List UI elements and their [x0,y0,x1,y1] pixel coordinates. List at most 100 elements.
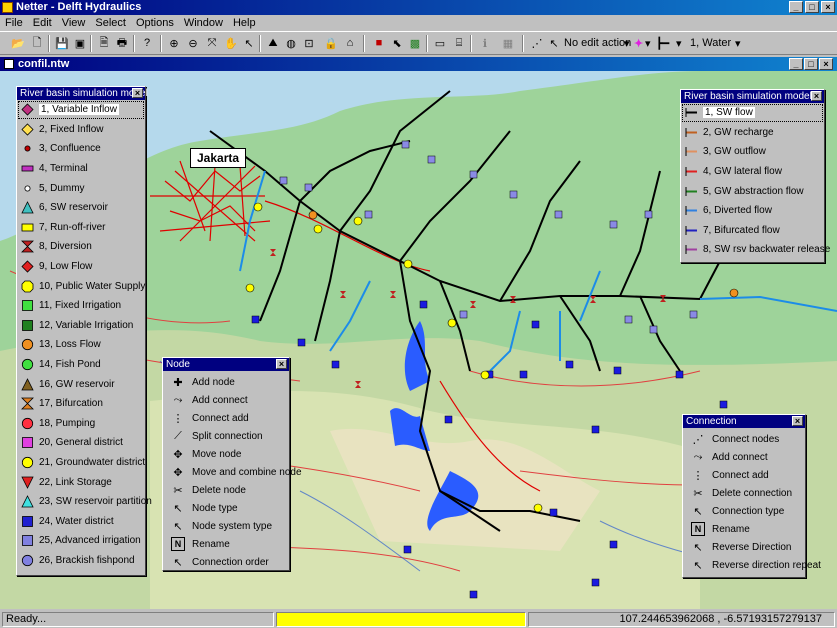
node-color-icon[interactable]: ✦ [634,37,643,50]
node-type-item[interactable]: 4, Terminal [17,159,145,179]
lock-icon[interactable]: 🔒 [323,35,339,51]
image-icon[interactable]: ▭ [432,35,448,51]
select-arrow-icon[interactable]: ↖ [241,35,257,51]
link-type-item[interactable]: 5, GW abstraction flow [681,181,824,201]
new-file-icon[interactable]: 🗋 [29,35,45,51]
info-icon[interactable]: ℹ [477,35,493,51]
connection-tool-item[interactable]: ↖ Reverse direction repeat [683,556,821,574]
connection-tool-item[interactable]: ↖ Reverse Direction [683,538,805,556]
node-tool-item[interactable]: ✂ Delete node [163,481,289,499]
link-type-item[interactable]: 8, SW rsv backwater release [681,240,830,260]
node-edit-icon[interactable]: ■ [371,35,387,51]
edit-action-dropdown[interactable]: No edit action [564,37,631,49]
link-type-item[interactable]: 4, GW lateral flow [681,162,824,182]
node-type-item[interactable]: 10, Public Water Supply [17,276,145,296]
link-type-item[interactable]: 2, GW recharge [681,123,824,143]
doc-minimize-button[interactable]: _ [789,58,803,70]
menu-window[interactable]: Window [179,17,228,29]
node-type-item[interactable]: 16, GW reservoir [17,374,145,394]
node-type-item[interactable]: 2, Fixed Inflow [17,120,145,140]
node-type-item[interactable]: 6, SW reservoir [17,198,145,218]
node-type-item[interactable]: 25, Advanced irrigation [17,531,145,551]
node-tool-item[interactable]: ⤳ Add connect [163,391,289,409]
pan-hand-icon[interactable]: ✋ [223,35,239,51]
node-type-item[interactable]: 11, Fixed Irrigation [17,296,145,316]
chevron-down-icon[interactable]: ▾ [676,37,682,50]
menu-options[interactable]: Options [131,17,179,29]
node-type-item[interactable]: 14, Fish Pond [17,355,145,375]
doc-maximize-button[interactable]: □ [804,58,818,70]
menu-edit[interactable]: Edit [28,17,57,29]
layer-dropdown[interactable]: 1, Water [690,37,731,49]
print-preview-icon[interactable]: 🗎 [96,35,112,51]
zoom-in-icon[interactable]: ⊕ [166,35,182,51]
close-button[interactable]: × [821,1,835,13]
node-type-item[interactable]: 18, Pumping [17,414,145,434]
legend-icon[interactable]: ▦ [500,35,516,51]
node-tool-item[interactable]: ⟋ Split connection [163,427,289,445]
connection-tool-item[interactable]: ↖ Connection type [683,502,805,520]
node-type-item[interactable]: 17, Bifurcation [17,394,145,414]
node-type-item[interactable]: 12, Variable Irrigation [17,316,145,336]
menu-select[interactable]: Select [90,17,131,29]
connection-edit-icon[interactable]: ⬉ [389,35,405,51]
node-type-item[interactable]: 21, Groundwater district [17,453,145,473]
menu-help[interactable]: Help [228,17,261,29]
node-type-item[interactable]: 5, Dummy [17,178,145,198]
connection-tool-item[interactable]: ⤳ Add connect [683,448,805,466]
zoom-out-icon[interactable]: ⊖ [185,35,201,51]
node-type-item[interactable]: 26, Brackish fishpond [17,551,145,571]
node-type-item[interactable]: 7, Run-off-river [17,218,145,238]
link-type-item[interactable]: 3, GW outflow [681,142,824,162]
tag-icon[interactable]: ⌸ [451,35,467,51]
maximize-button[interactable]: □ [805,1,819,13]
network-icon[interactable]: ⋰ [529,35,545,51]
node-tool-item[interactable]: ✚ Add node [163,373,289,391]
connection-tools-panel-close-button[interactable]: × [792,416,803,426]
node-tool-item[interactable]: ✥ Move node [163,445,289,463]
node-type-item[interactable]: 23, SW reservoir partition [17,492,152,512]
line-style-icon[interactable]: ┣━ [656,37,669,50]
menu-view[interactable]: View [57,17,91,29]
minimize-button[interactable]: _ [789,1,803,13]
doc-close-button[interactable]: × [819,58,833,70]
print-icon[interactable]: 🖶 [114,35,130,51]
link-type-item[interactable]: 7, Bifurcated flow [681,221,824,241]
map-edit-icon[interactable]: ▩ [407,35,423,51]
connection-tool-item[interactable]: ⋰ Connect nodes [683,430,805,448]
node-tool-item[interactable]: ✥ Move and combine node [163,463,301,481]
node-type-item[interactable]: 8, Diversion [17,237,145,257]
node-type-item[interactable]: 13, Loss Flow [17,335,145,355]
connection-tool-item[interactable]: ✂ Delete connection [683,484,805,502]
globe-icon[interactable]: ◍ [283,35,299,51]
connection-tool-item[interactable]: N Rename [683,520,805,538]
node-type-item[interactable]: 3, Confluence [17,139,145,159]
chevron-down-icon[interactable]: ▾ [645,37,651,50]
map-layer-icon[interactable]: ⛰ [265,35,281,51]
chevron-down-icon[interactable]: ▾ [624,37,630,50]
building-icon[interactable]: ⌂ [342,35,358,51]
node-tool-item[interactable]: N Rename [163,535,289,553]
fit-window-icon[interactable]: ⊡ [301,35,317,51]
node-tool-item[interactable]: ↖ Node system type [163,517,289,535]
save-icon[interactable]: 💾 [54,35,70,51]
help-icon[interactable]: ? [139,35,155,51]
link-types-panel-close-button[interactable]: × [811,91,822,101]
node-type-item[interactable]: 1, Variable Inflow [17,100,145,120]
link-type-item[interactable]: 1, SW flow [681,103,824,123]
chevron-down-icon[interactable]: ▾ [735,37,741,50]
menu-file[interactable]: File [0,17,28,29]
node-tool-item[interactable]: ⋮ Connect add [163,409,289,427]
zoom-extent-icon[interactable]: ⤧ [204,35,220,51]
node-tool-item[interactable]: ↖ Node type [163,499,289,517]
save-as-icon[interactable]: ▣ [72,35,88,51]
edit-cursor-icon[interactable]: ↖ [546,35,562,51]
node-type-item[interactable]: 22, Link Storage [17,472,145,492]
node-type-item[interactable]: 9, Low Flow [17,257,145,277]
link-type-item[interactable]: 6, Diverted flow [681,201,824,221]
node-type-item[interactable]: 20, General district [17,433,145,453]
node-tool-item[interactable]: ↖ Connection order [163,553,289,571]
node-type-item[interactable]: 24, Water district [17,511,145,531]
connection-tool-item[interactable]: ⋮ Connect add [683,466,805,484]
node-tools-panel-close-button[interactable]: × [276,359,287,369]
